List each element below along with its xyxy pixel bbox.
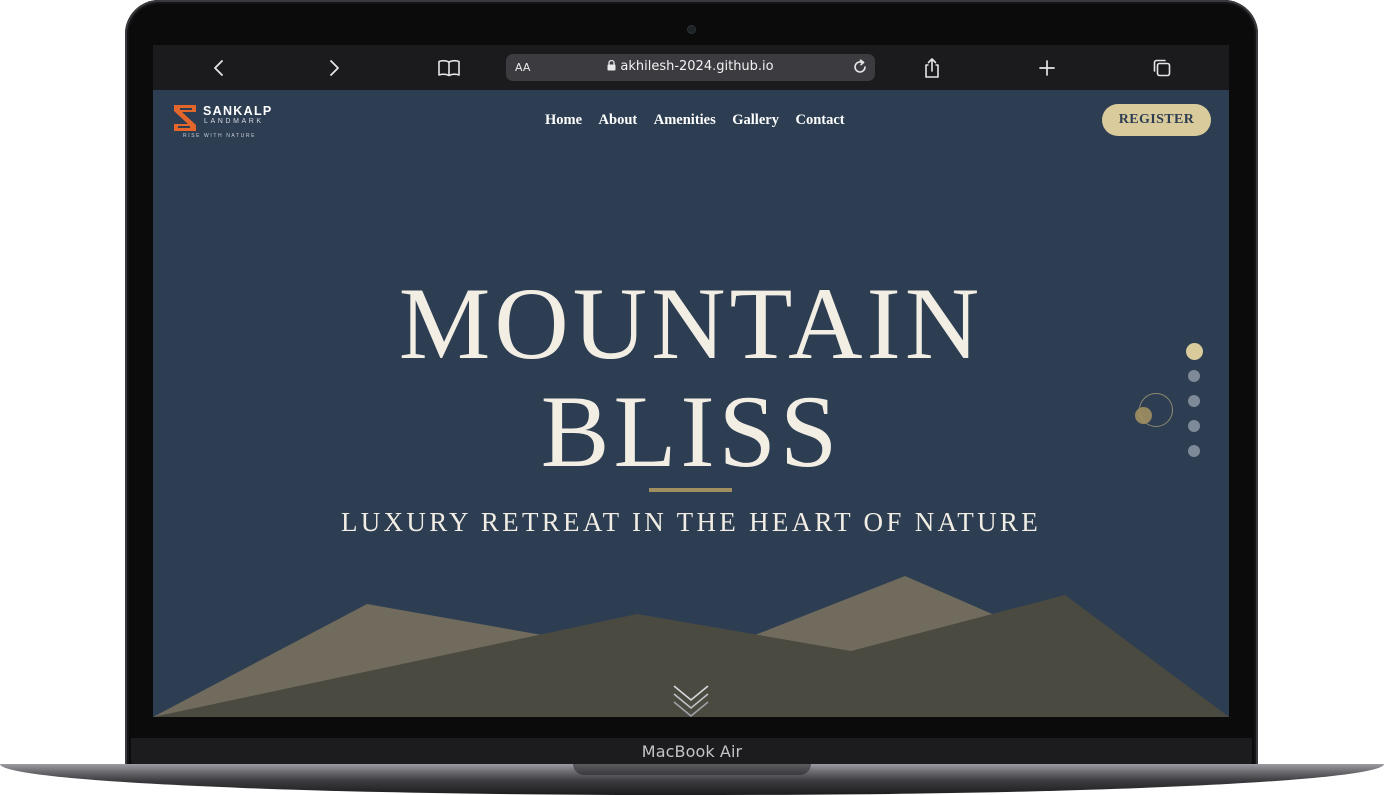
new-tab-icon	[1039, 60, 1055, 76]
back-icon	[214, 60, 223, 76]
share-button[interactable]	[917, 53, 947, 83]
hero-subtitle: LUXURY RETREAT IN THE HEART OF NATURE	[341, 507, 1041, 537]
browser-toolbar: AA akhilesh-2024.github.io	[153, 45, 1229, 90]
reload-icon[interactable]	[851, 58, 869, 76]
cursor-dot	[1135, 407, 1152, 424]
forward-icon	[330, 60, 339, 76]
share-icon	[925, 58, 939, 78]
slide-dot-3[interactable]	[1188, 395, 1200, 407]
hero-title-line2: BLISS	[540, 375, 842, 489]
logo-tagline: RISE WITH NATURE	[183, 133, 257, 139]
main-nav: Home About Amenities Gallery Contact	[545, 112, 845, 129]
new-tab-button[interactable]	[1032, 53, 1062, 83]
hero-title: MOUNTAIN BLISS	[153, 270, 1229, 486]
nav-amenities[interactable]: Amenities	[654, 112, 716, 129]
logo-name: SANKALP	[203, 104, 273, 118]
url-display: akhilesh-2024.github.io	[506, 59, 875, 74]
hero-title-line1: MOUNTAIN	[398, 267, 984, 381]
bookmarks-icon	[438, 60, 460, 77]
logo[interactable]: SANKALP LANDMARK RISE WITH NATURE	[170, 101, 280, 141]
url-text: akhilesh-2024.github.io	[620, 59, 774, 74]
laptop-notch	[573, 764, 811, 775]
nav-contact[interactable]: Contact	[795, 112, 844, 129]
address-bar[interactable]: AA akhilesh-2024.github.io	[506, 54, 875, 81]
nav-about[interactable]: About	[599, 112, 638, 129]
bookmarks-button[interactable]	[434, 53, 464, 83]
device-label: MacBook Air	[641, 742, 743, 761]
slide-dot-4[interactable]	[1188, 420, 1200, 432]
scroll-down-icon[interactable]	[672, 684, 710, 717]
tabs-icon	[1153, 59, 1171, 77]
title-divider	[649, 488, 732, 492]
laptop-screen: AA akhilesh-2024.github.io SANKALP LANDM…	[153, 45, 1229, 717]
website-hero: SANKALP LANDMARK RISE WITH NATURE Home A…	[153, 90, 1229, 717]
camera	[688, 26, 695, 33]
nav-gallery[interactable]: Gallery	[732, 112, 779, 129]
forward-button[interactable]	[319, 53, 349, 83]
slide-dot-1[interactable]	[1185, 343, 1203, 360]
register-button[interactable]: REGISTER	[1102, 104, 1211, 136]
back-button[interactable]	[204, 53, 234, 83]
slide-dot-5[interactable]	[1188, 445, 1200, 457]
logo-mark-icon	[174, 105, 196, 131]
logo-subname: LANDMARK	[204, 118, 264, 125]
nav-home[interactable]: Home	[545, 112, 582, 129]
lock-icon	[607, 60, 616, 71]
slide-dot-2[interactable]	[1188, 370, 1200, 382]
tabs-overview-button[interactable]	[1147, 53, 1177, 83]
